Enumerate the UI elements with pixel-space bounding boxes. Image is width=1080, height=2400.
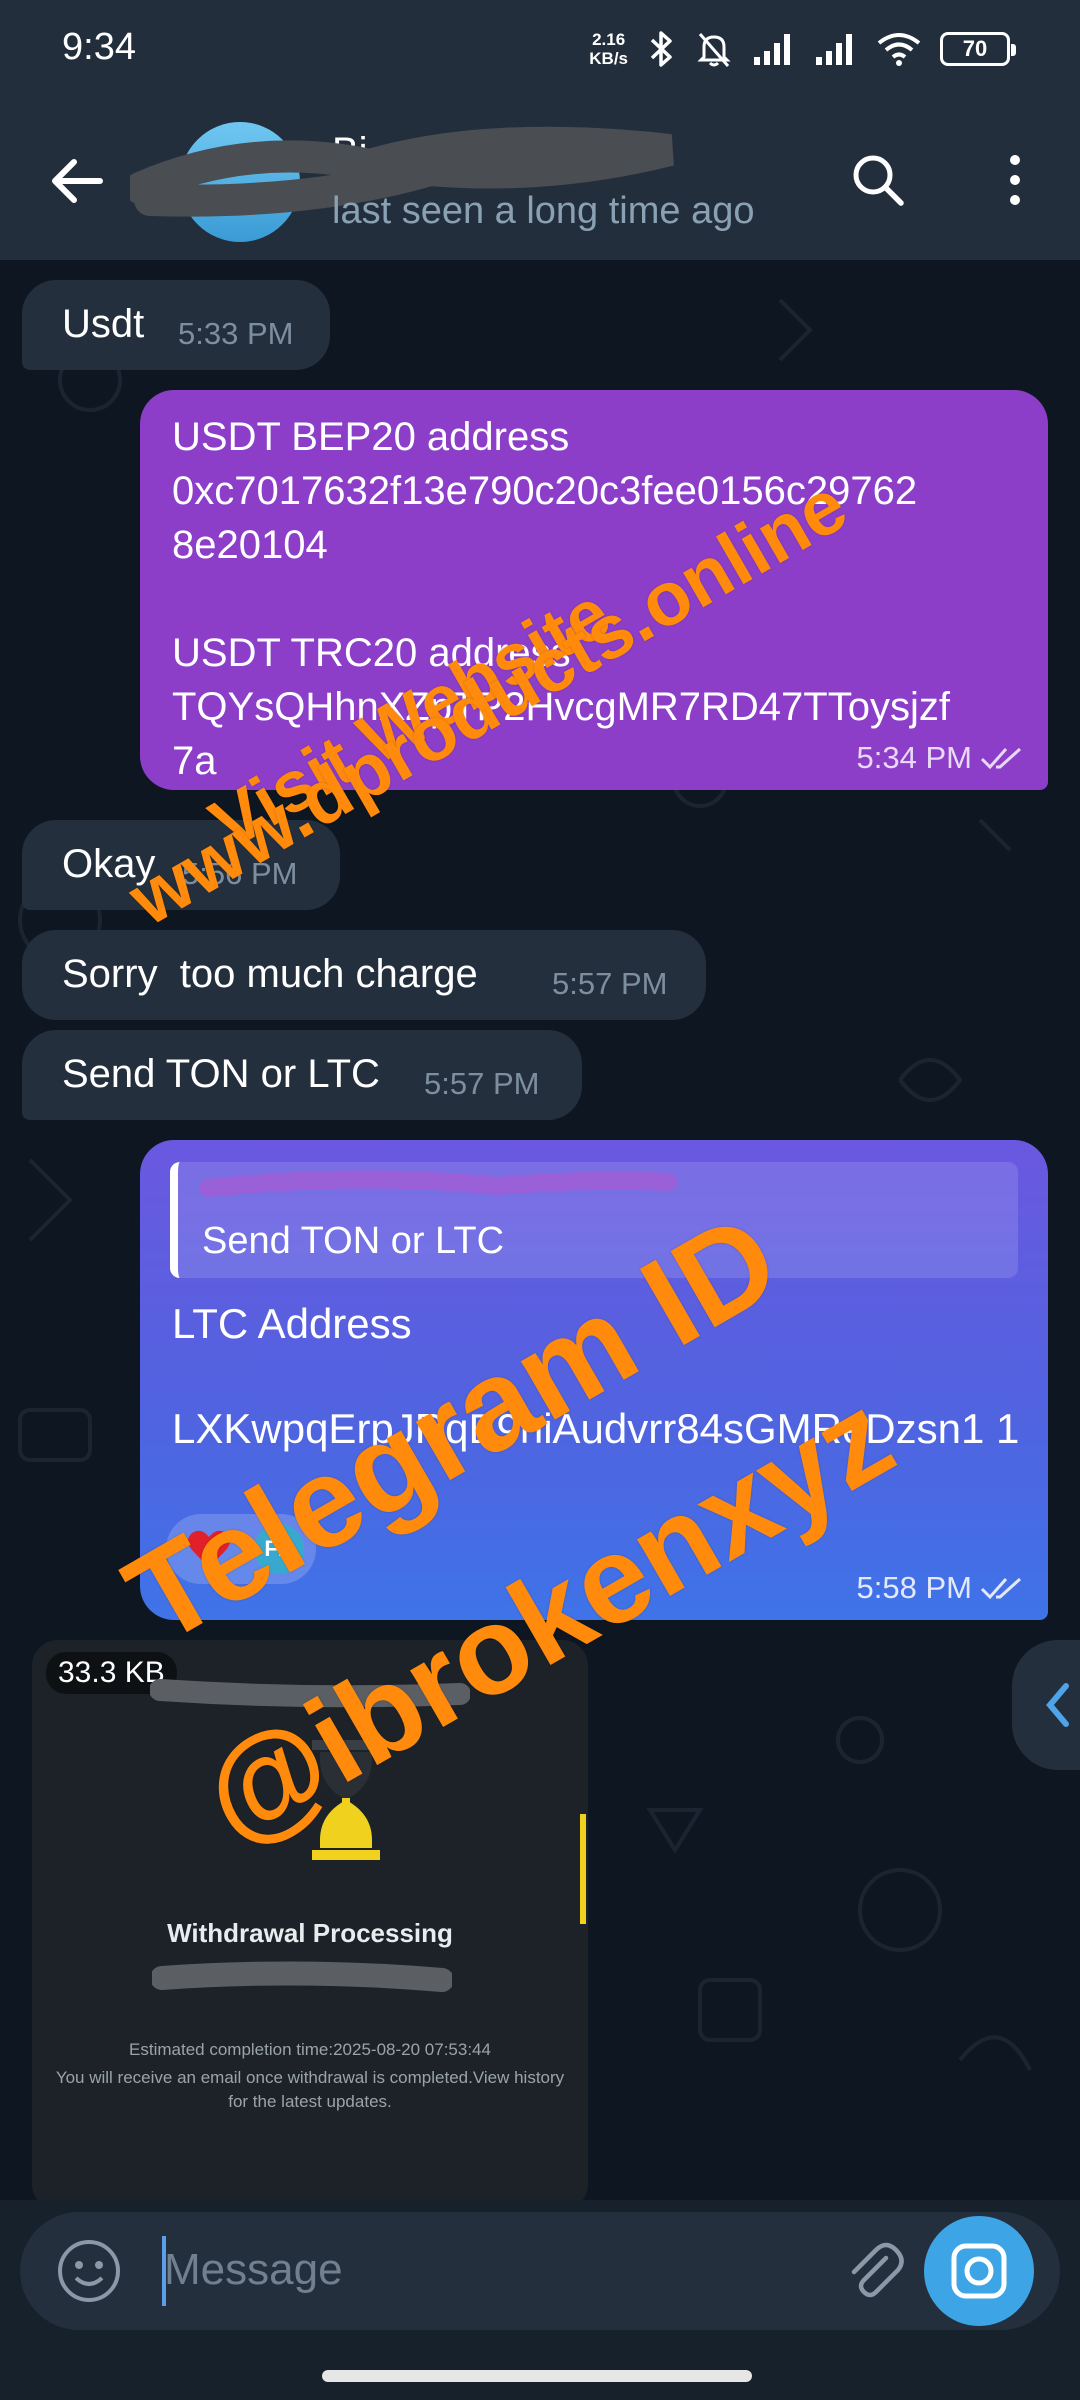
search-button[interactable]	[848, 150, 908, 210]
progress-accent	[580, 1814, 586, 1924]
screenshot-image: 33.3 KB Withdrawal Processing Estimated …	[32, 1640, 588, 2200]
incoming-message[interactable]: Okay 5:56 PM	[22, 820, 340, 910]
outgoing-message[interactable]: Send TON or LTC LTC Address LXKwpqErpJRq…	[140, 1140, 1048, 1620]
paperclip-icon	[851, 2242, 904, 2298]
net-speed-value: 2.16	[592, 30, 626, 49]
message-time: 5:56 PM	[182, 856, 298, 891]
scroll-side-button[interactable]	[1012, 1640, 1080, 1770]
double-check-icon	[980, 1577, 1022, 1600]
search-icon	[853, 155, 904, 206]
more-options-button[interactable]	[1000, 150, 1030, 210]
status-time: 9:34	[62, 26, 136, 68]
message-reaction[interactable]: FD	[166, 1514, 316, 1584]
last-seen-status: last seen a long time ago	[332, 190, 755, 232]
back-button[interactable]	[44, 146, 114, 216]
attach-button[interactable]	[842, 2240, 906, 2304]
gesture-nav-bar[interactable]	[322, 2370, 752, 2382]
message-text: Okay	[62, 842, 156, 886]
redaction-scribble	[152, 1961, 452, 1992]
reply-quote[interactable]: Send TON or LTC	[170, 1162, 1018, 1278]
message-time: 5:33 PM	[178, 316, 294, 351]
signal-icon-1	[752, 31, 796, 67]
status-bar: 9:34 2.16 KB/s 70	[0, 0, 1080, 100]
hourglass-icon	[312, 1740, 380, 1860]
message-text: Send TON or LTC	[62, 1052, 380, 1096]
chevron-left-icon	[1042, 1680, 1072, 1735]
chat-messages-area[interactable]: Usdt 5:33 PM USDT BEP20 address 0xc70176…	[0, 260, 1080, 2200]
net-speed-unit: KB/s	[589, 49, 628, 68]
bell-muted-icon	[694, 29, 734, 69]
reply-quote-text: Send TON or LTC	[202, 1220, 505, 1262]
camera-button[interactable]	[924, 2216, 1034, 2326]
message-meta: 5:58 PM	[857, 1570, 1026, 1606]
message-text: Usdt	[62, 302, 145, 346]
message-text: USDT BEP20 address 0xc7017632f13e790c20c…	[172, 415, 950, 783]
message-text: Sorry too much charge	[62, 952, 478, 996]
status-icons: 2.16 KB/s 70	[589, 24, 1016, 74]
redaction-scribble	[150, 1679, 470, 1708]
redaction-scribble	[199, 1170, 677, 1197]
message-time: 5:57 PM	[552, 966, 668, 1001]
heart-reaction-icon	[188, 1530, 230, 1568]
message-time: 5:58 PM	[856, 1570, 972, 1605]
battery-indicator: 70	[940, 32, 1016, 66]
message-input[interactable]	[164, 2230, 724, 2310]
more-vert-icon	[1010, 155, 1020, 205]
message-address: LXKwpqErpJRqE9hiAudvrr84sGMReDzsn1 1	[172, 1405, 1020, 1452]
withdrawal-title: Withdrawal Processing	[167, 1918, 453, 1948]
withdrawal-eta: Estimated completion time:2025-08-20 07:…	[129, 2040, 491, 2059]
net-speed: 2.16 KB/s	[589, 30, 628, 68]
double-check-icon	[980, 747, 1022, 770]
message-time: 5:57 PM	[424, 1066, 540, 1101]
message-time: 5:34 PM	[856, 740, 972, 775]
incoming-message[interactable]: Send TON or LTC 5:57 PM	[22, 1030, 582, 1120]
incoming-message[interactable]: Usdt 5:33 PM	[22, 280, 330, 370]
signal-icon-2	[814, 31, 858, 67]
photo-message[interactable]: 33.3 KB Withdrawal Processing Estimated …	[32, 1640, 588, 2200]
outgoing-message[interactable]: USDT BEP20 address 0xc7017632f13e790c20c…	[140, 390, 1048, 790]
back-arrow-icon	[52, 159, 103, 203]
wifi-icon	[876, 31, 922, 67]
reactor-avatar: FD	[254, 1524, 304, 1574]
withdrawal-note: You will receive an email once withdrawa…	[55, 2068, 565, 2111]
chat-header: Bi... last seen a long time ago	[0, 100, 1080, 260]
bluetooth-icon	[646, 29, 676, 69]
message-meta: 5:34 PM	[857, 740, 1026, 776]
incoming-message[interactable]: Sorry too much charge 5:57 PM	[22, 930, 706, 1020]
message-composer	[20, 2212, 1060, 2330]
camera-icon	[951, 2243, 1007, 2299]
emoji-icon	[58, 2240, 120, 2302]
emoji-button[interactable]	[56, 2238, 122, 2304]
message-text: LTC Address	[172, 1300, 412, 1347]
